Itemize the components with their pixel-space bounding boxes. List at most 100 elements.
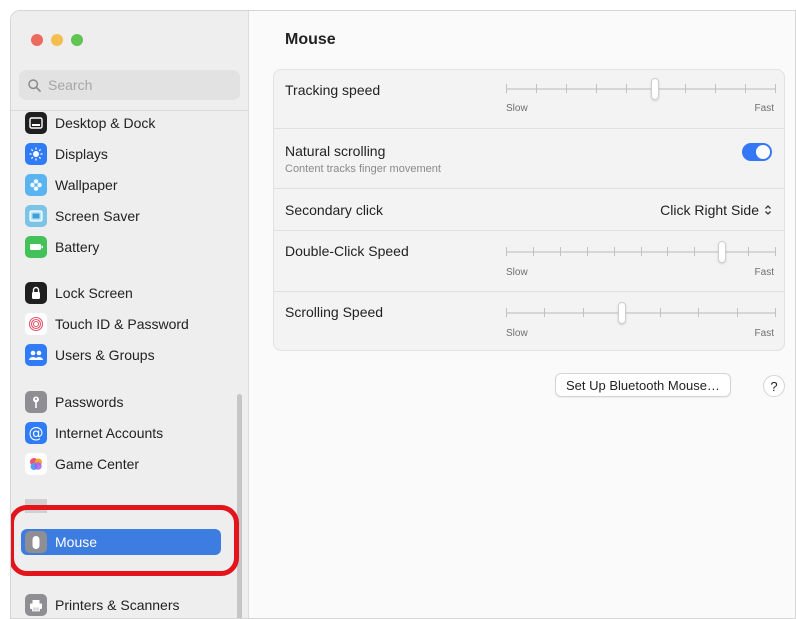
slider-tick: [660, 308, 661, 317]
slider-knob[interactable]: [618, 302, 626, 324]
slider-tick: [748, 247, 749, 256]
sidebar-item-label: Displays: [55, 146, 108, 162]
sidebar-item-label: Users & Groups: [55, 347, 155, 363]
double-click-speed-row: Double-Click Speed Slow Fast: [274, 231, 784, 292]
slider-tick: [775, 308, 776, 317]
scrolling-speed-slider[interactable]: [506, 302, 776, 324]
sidebar-item-internet-accounts[interactable]: @ Internet Accounts: [25, 420, 225, 446]
battery-icon: [25, 236, 47, 258]
main-content: Mouse Tracking speed Slow Fast Natural s…: [249, 11, 795, 618]
slider-tick: [745, 84, 746, 93]
users-icon: [25, 344, 47, 366]
slider-tick: [715, 84, 716, 93]
sidebar-item-game-center[interactable]: Game Center: [25, 451, 225, 477]
slider-tick: [626, 84, 627, 93]
sidebar-item-displays[interactable]: Displays: [25, 141, 225, 167]
chevron-updown-icon: [765, 205, 771, 215]
setup-bluetooth-mouse-button[interactable]: Set Up Bluetooth Mouse…: [555, 373, 731, 397]
sidebar-item-desktop-dock[interactable]: Desktop & Dock: [25, 110, 225, 136]
slider-tick: [775, 247, 776, 256]
scrolling-speed-row: Scrolling Speed Slow Fast: [274, 292, 784, 352]
double-click-speed-label: Double-Click Speed: [285, 243, 409, 259]
minimize-window-button[interactable]: [51, 34, 63, 46]
slider-max-label: Fast: [754, 328, 774, 339]
scrolling-speed-label: Scrolling Speed: [285, 304, 384, 320]
sidebar-item-label: Passwords: [55, 394, 124, 410]
search-icon: [28, 78, 41, 92]
window-controls: [31, 34, 83, 46]
slider-tick: [536, 84, 537, 93]
close-window-button[interactable]: [31, 34, 43, 46]
sidebar-item-label: Lock Screen: [55, 285, 133, 301]
natural-scrolling-label: Natural scrolling: [285, 143, 386, 159]
slider-tick: [685, 84, 686, 93]
slider-tick: [506, 84, 507, 93]
sidebar-item-passwords[interactable]: Passwords: [25, 389, 225, 415]
fingerprint-icon: [25, 313, 47, 335]
slider-min-label: Slow: [506, 328, 528, 339]
settings-panel: Tracking speed Slow Fast Natural scrolli…: [273, 69, 785, 351]
sidebar-item-label: Game Center: [55, 456, 140, 472]
sidebar-scrollbar[interactable]: [237, 394, 242, 618]
slider-tick: [560, 247, 561, 256]
tracking-speed-row: Tracking speed Slow Fast: [274, 70, 784, 129]
slider-tick: [506, 247, 507, 256]
slider-tick: [566, 84, 567, 93]
search-input[interactable]: Search: [19, 70, 240, 100]
double-click-speed-slider[interactable]: [506, 241, 776, 263]
slider-tick: [506, 308, 507, 317]
desktop-dock-icon: [25, 112, 47, 134]
slider-max-label: Fast: [754, 103, 774, 114]
sidebar-item-label: Screen Saver: [55, 208, 140, 224]
sidebar-item-printers-scanners[interactable]: Printers & Scanners: [25, 592, 225, 618]
sidebar-item-touch-id-password[interactable]: Touch ID & Password: [25, 311, 225, 337]
sidebar-item-label: Battery: [55, 239, 100, 255]
slider-tick: [614, 247, 615, 256]
secondary-click-value: Click Right Side: [660, 202, 759, 218]
tracking-speed-slider[interactable]: [506, 78, 776, 100]
key-icon: [25, 391, 47, 413]
sidebar-item-label: Touch ID & Password: [55, 316, 189, 332]
slider-tick: [583, 308, 584, 317]
slider-min-label: Slow: [506, 267, 528, 278]
help-button[interactable]: ?: [763, 375, 785, 397]
toggle-knob: [756, 145, 770, 159]
slider-min-label: Slow: [506, 103, 528, 114]
settings-window: Search Desktop & Dock Displays Wallpaper: [10, 10, 796, 619]
game-center-icon: [25, 453, 47, 475]
sidebar-item-battery[interactable]: Battery: [25, 234, 225, 260]
sun-icon: [25, 143, 47, 165]
slider-tick: [694, 247, 695, 256]
slider-tick: [587, 247, 588, 256]
sidebar-item-label: Wallpaper: [55, 177, 118, 193]
highlight-annotation: [11, 505, 239, 576]
search-placeholder: Search: [48, 77, 93, 93]
tracking-speed-label: Tracking speed: [285, 82, 381, 98]
sidebar: Search Desktop & Dock Displays Wallpaper: [11, 11, 249, 618]
slider-tick: [667, 247, 668, 256]
slider-knob[interactable]: [651, 78, 659, 100]
printer-icon: [25, 594, 47, 616]
sidebar-item-lock-screen[interactable]: Lock Screen: [25, 280, 225, 306]
natural-scrolling-sublabel: Content tracks finger movement: [285, 163, 441, 175]
slider-tick: [533, 247, 534, 256]
slider-tick: [641, 247, 642, 256]
slider-max-label: Fast: [754, 267, 774, 278]
slider-tick: [596, 84, 597, 93]
slider-tick: [698, 308, 699, 317]
sidebar-item-label: Internet Accounts: [55, 425, 164, 441]
slider-tick: [544, 308, 545, 317]
zoom-window-button[interactable]: [71, 34, 83, 46]
lock-icon: [25, 282, 47, 304]
sidebar-item-label: Printers & Scanners: [55, 597, 180, 613]
screen-saver-icon: [25, 205, 47, 227]
sidebar-item-screen-saver[interactable]: Screen Saver: [25, 203, 225, 229]
sidebar-item-label: Desktop & Dock: [55, 115, 156, 131]
slider-knob[interactable]: [718, 241, 726, 263]
secondary-click-popup[interactable]: Click Right Side: [660, 202, 772, 218]
natural-scrolling-toggle[interactable]: [742, 143, 772, 161]
sidebar-item-users-groups[interactable]: Users & Groups: [25, 342, 225, 368]
flower-icon: [25, 174, 47, 196]
secondary-click-label: Secondary click: [285, 202, 384, 218]
sidebar-item-wallpaper[interactable]: Wallpaper: [25, 172, 225, 198]
